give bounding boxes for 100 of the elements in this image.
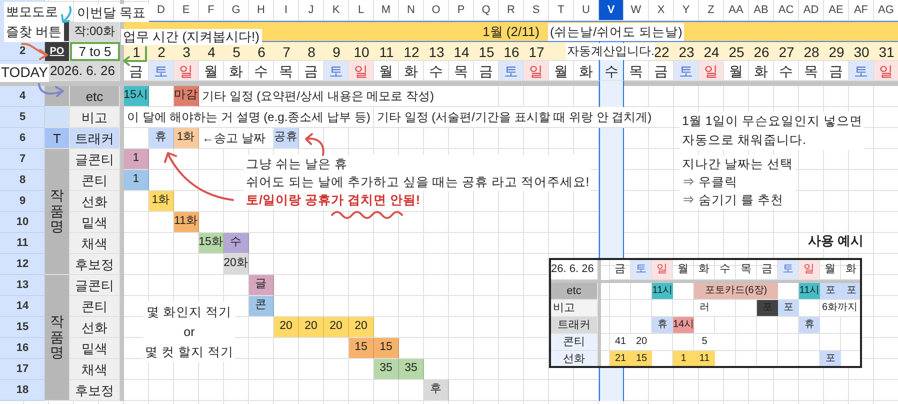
work-hours-cell: 7 to 5	[70, 42, 120, 61]
curved-arrow	[121, 45, 149, 66]
row-label: 콘티	[551, 334, 598, 351]
row-number: 11	[0, 233, 45, 254]
weekday-cell: 목	[624, 61, 649, 81]
row-number: 13	[0, 275, 45, 296]
curved-arrow	[60, 5, 73, 24]
column-header[interactable]: D	[149, 0, 174, 21]
day-number: 27	[778, 44, 794, 58]
row-label: 선화	[551, 351, 598, 366]
holiday-note: 자동계산입니다.	[566, 43, 656, 60]
day-number: 30	[854, 44, 870, 58]
row-number: 14	[0, 296, 45, 317]
day-number: 23	[678, 44, 694, 58]
row-label: 비고	[551, 300, 598, 317]
day-number: 29	[828, 44, 844, 58]
column-header[interactable]: J	[299, 0, 324, 21]
row-label: 글콘티	[70, 275, 120, 296]
day-number: 9	[332, 44, 340, 58]
curved-arrow	[36, 82, 66, 98]
day-number: 10	[354, 44, 370, 58]
column-header[interactable]: AD	[799, 0, 824, 21]
column-header[interactable]: AF	[849, 0, 874, 21]
weekday-note: 1월 1일이 무슨요일인지 넣으면 자동으로 채워줍니다.	[680, 112, 864, 150]
column-header[interactable]: G	[224, 0, 249, 21]
row-number: 8	[0, 170, 45, 191]
column-header[interactable]: U	[574, 0, 599, 21]
column-header[interactable]: O	[424, 0, 449, 21]
curved-arrow	[20, 41, 50, 61]
day-number: 4	[208, 44, 216, 58]
row-number: 10	[0, 212, 45, 233]
schedule-cell: 글	[249, 275, 274, 296]
row-label: 선화	[70, 317, 120, 338]
column-header[interactable]: S	[524, 0, 549, 21]
row-tag: T	[45, 128, 70, 149]
row-number: 9	[0, 191, 45, 212]
rest-note: 그냥 쉬는 날은 휴 쉬어도 되는 날에 추가하고 싶을 때는 공휴 라고 적어주세요!	[244, 155, 592, 191]
day-number: 22	[654, 44, 670, 58]
column-header[interactable]: AC	[774, 0, 799, 21]
column-header[interactable]: I	[274, 0, 299, 21]
column-header[interactable]: AB	[749, 0, 774, 21]
weekday-cell: 금	[824, 61, 849, 81]
weekday-cell: 월	[374, 61, 399, 81]
column-header[interactable]: X	[649, 0, 674, 21]
row-label: 콘티	[70, 170, 120, 191]
row-number: 17	[0, 359, 45, 380]
row-label: 밑색	[70, 338, 120, 359]
column-header[interactable]: F	[199, 0, 224, 21]
column-header[interactable]: H	[249, 0, 274, 21]
column-header[interactable]: T	[549, 0, 574, 21]
column-header[interactable]: AG	[874, 0, 898, 21]
row-number: 16	[0, 338, 45, 359]
column-header[interactable]: K	[324, 0, 349, 21]
weekday-cell: 일	[524, 61, 549, 81]
row-label: 비고	[70, 107, 120, 128]
day-number: 11	[379, 44, 394, 58]
day-number: 8	[308, 44, 316, 58]
column-header[interactable]: AA	[724, 0, 749, 21]
today-note: TODAY	[0, 64, 49, 82]
weekday-cell: 수	[424, 61, 449, 81]
weekday-cell: 월	[549, 61, 574, 81]
day-number: 17	[528, 44, 544, 58]
weekday-cell: 토	[499, 61, 524, 81]
schedule-cell: 11화	[174, 212, 199, 233]
holiday-note: (쉬는날/쉬어도 되는날)	[548, 23, 684, 41]
column-header[interactable]: P	[449, 0, 474, 21]
weekday-cell: 일	[799, 260, 820, 280]
column-header[interactable]: V	[599, 0, 624, 21]
row-number: 18	[0, 380, 45, 401]
column-header[interactable]: M	[374, 0, 399, 21]
pomodoro-button[interactable]: PO	[45, 42, 70, 61]
row-label: 밑색	[70, 212, 120, 233]
schedule-cell: 콘	[249, 296, 274, 317]
weekday-cell: 토	[324, 61, 349, 81]
pomodoro-note: 뽀모도로 즐찾 버튼	[4, 2, 64, 42]
column-header[interactable]: W	[624, 0, 649, 21]
day-number: 14	[454, 44, 470, 58]
day-number: 28	[804, 44, 820, 58]
day-number: 25	[728, 44, 744, 58]
column-header[interactable]: Q	[474, 0, 499, 21]
schedule-cell: 14시	[673, 317, 694, 334]
column-header[interactable]: Z	[699, 0, 724, 21]
column-header[interactable]: Y	[674, 0, 699, 21]
column-header[interactable]: AE	[824, 0, 849, 21]
schedule-cell: 20	[349, 317, 374, 338]
column-header[interactable]: N	[399, 0, 424, 21]
row-label: 트래커	[70, 128, 120, 149]
goal-cell: 작:00화	[70, 21, 120, 42]
row-label: 채색	[70, 359, 120, 380]
schedule-cell: 마감	[174, 86, 199, 107]
schedule-cell: 휴	[799, 317, 820, 334]
work-hours-note: 업무 시간 (지켜봅시다!)	[121, 29, 262, 46]
column-header[interactable]: E	[174, 0, 199, 21]
column-header[interactable]: L	[349, 0, 374, 21]
schedule-cell: 1화	[174, 128, 199, 149]
weekday-cell: 화	[399, 61, 424, 81]
schedule-cell: 1화	[149, 191, 174, 212]
column-header[interactable]: R	[499, 0, 524, 21]
schedule-cell: 포	[778, 300, 799, 317]
row-number: 12	[0, 254, 45, 275]
